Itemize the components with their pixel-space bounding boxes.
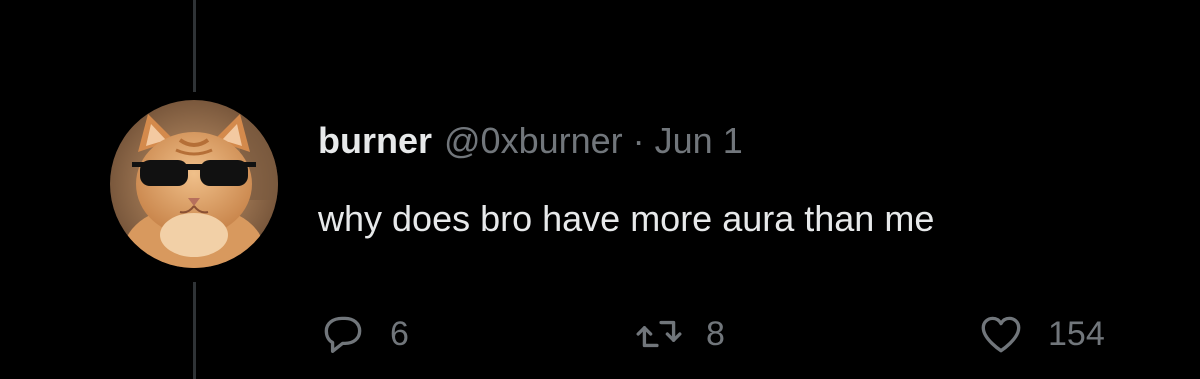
handle[interactable]: @0xburner	[444, 118, 623, 164]
like-count: 154	[1048, 315, 1105, 353]
reply-count: 6	[390, 315, 409, 353]
timestamp[interactable]: Jun 1	[655, 118, 743, 164]
heart-icon	[981, 316, 1021, 353]
reply-bubble-icon	[324, 316, 362, 353]
thread-line-top	[193, 0, 196, 92]
like-button[interactable]: 154	[976, 306, 1105, 362]
reply-button[interactable]: 6	[318, 306, 409, 362]
thread-line-bottom	[193, 282, 196, 379]
retweet-button[interactable]: 8	[634, 306, 725, 362]
separator-dot: ·	[632, 120, 645, 161]
retweet-count: 8	[706, 315, 725, 353]
tweet-text: why does bro have more aura than me	[318, 198, 935, 239]
tweet-header: burner @0xburner · Jun 1	[318, 118, 1178, 164]
retweet-icon	[636, 320, 682, 348]
tweet-body: burner @0xburner · Jun 1 why does bro ha…	[318, 118, 1178, 242]
avatar[interactable]	[110, 100, 278, 268]
display-name[interactable]: burner	[318, 118, 432, 164]
action-bar: 6 8 154	[318, 306, 1148, 362]
cat-with-sunglasses-avatar-icon	[110, 100, 278, 268]
